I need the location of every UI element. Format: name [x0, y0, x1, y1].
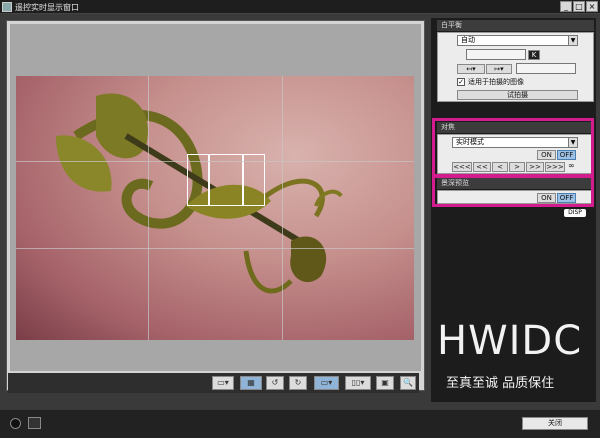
maximize-button[interactable]: □ — [573, 1, 585, 12]
wb-shift-left-button[interactable]: ↤▾ — [457, 64, 485, 74]
white-balance-header: 白平衡 — [437, 20, 594, 31]
plant-image — [56, 93, 343, 294]
rotate-right-button[interactable]: ↻ — [289, 376, 307, 390]
zoom-icon[interactable]: 🔍 — [400, 376, 416, 390]
minimize-button[interactable]: _ — [560, 1, 572, 12]
camera-settings-icon[interactable] — [28, 417, 41, 429]
aspect-button[interactable]: ▭▾ — [212, 376, 234, 390]
apply-checkbox[interactable]: ✓ — [457, 78, 465, 86]
viewer-toolbar: ▭▾ ▦ ↺ ↻ ▭▾ ▯▯▾ ▣ 🔍 — [8, 373, 419, 393]
rotate-left-button[interactable]: ↺ — [266, 376, 284, 390]
dof-highlight-box — [432, 175, 594, 207]
chevron-down-icon: ▼ — [568, 36, 577, 45]
record-icon[interactable] — [10, 418, 21, 429]
watermark-subtext: 至真至诚 品质保住 — [446, 376, 555, 391]
app-icon — [2, 2, 12, 12]
grid-line-h1 — [16, 161, 414, 162]
watermark-text: HWIDC — [437, 318, 583, 364]
close-button[interactable]: 关闭 — [522, 417, 588, 430]
live-view-image — [16, 76, 414, 340]
wb-shift-right-button[interactable]: ↦▾ — [486, 64, 512, 74]
test-shoot-button[interactable]: 试拍摄 — [457, 90, 578, 100]
viewer-area: ▭▾ ▦ ↺ ↻ ▭▾ ▯▯▾ ▣ 🔍 — [6, 20, 425, 393]
grid-line-v2 — [282, 76, 283, 340]
window-title: 遥控实时显示窗口 — [15, 3, 79, 12]
focus-highlight-box — [432, 118, 594, 177]
af-frame-button[interactable]: ▭▾ — [314, 376, 339, 390]
image-icon[interactable]: ▣ — [376, 376, 394, 390]
grid-line-h2 — [16, 248, 414, 249]
bottom-bar: 关闭 — [0, 410, 600, 438]
live-view-preview[interactable] — [10, 24, 421, 371]
grid-line-v1 — [148, 76, 149, 340]
apply-checkbox-label: 适用于拍摄的图像 — [468, 78, 524, 86]
color-temp-field[interactable] — [466, 49, 526, 60]
wb-shift-field[interactable] — [516, 63, 576, 74]
white-balance-select[interactable]: 自动 ▼ — [457, 35, 578, 46]
compare-button[interactable]: ▯▯▾ — [345, 376, 371, 390]
white-balance-value: 自动 — [461, 36, 475, 44]
kelvin-label: K — [528, 50, 540, 60]
white-balance-panel: 自动 ▼ K ↤▾ ↦▾ ✓ 适用于拍摄的图像 试拍摄 — [437, 32, 594, 102]
disp-button[interactable]: DISP — [564, 209, 586, 217]
title-bar: 遥控实时显示窗口 _ □ × — [0, 0, 600, 14]
close-window-button[interactable]: × — [586, 1, 598, 12]
grid-display-button[interactable]: ▦ — [240, 376, 262, 390]
